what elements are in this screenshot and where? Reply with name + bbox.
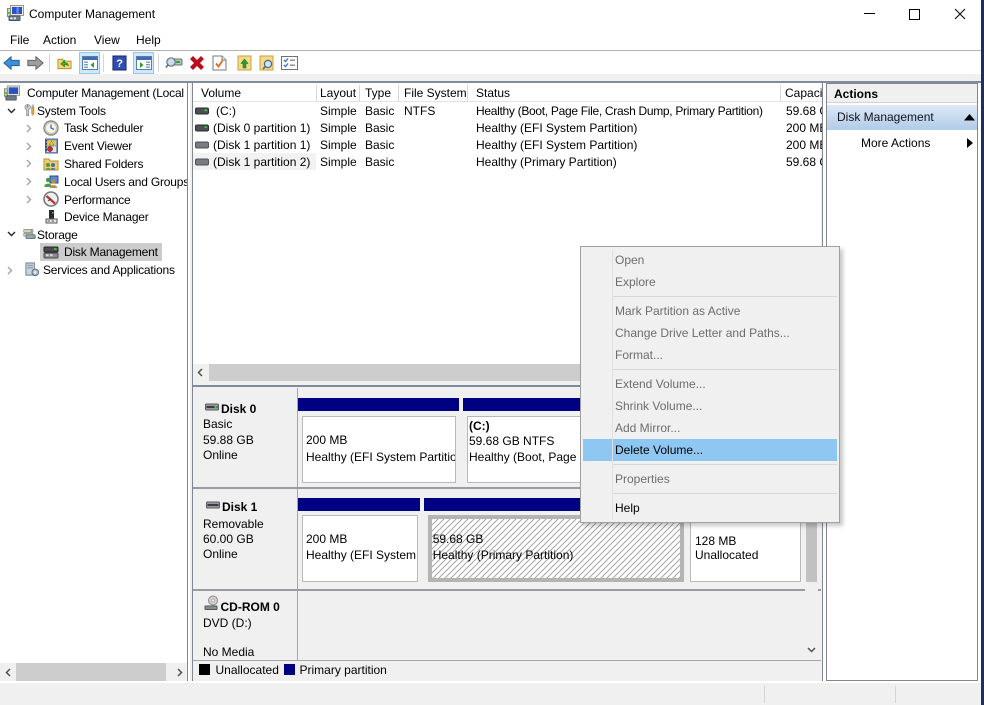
svg-text:?: ?: [116, 58, 123, 70]
